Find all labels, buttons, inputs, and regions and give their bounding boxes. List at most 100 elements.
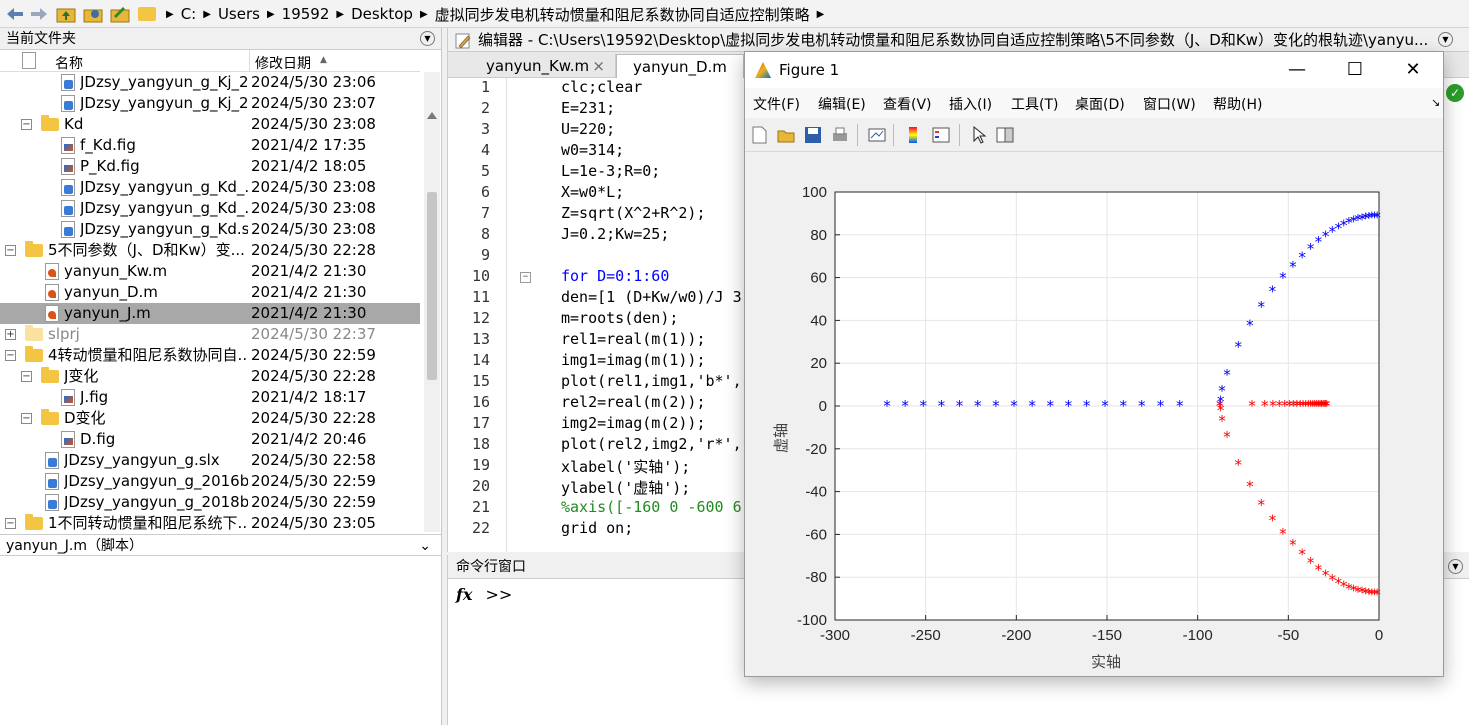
code-line[interactable]: L=1e-3;R=0;	[561, 162, 660, 180]
code-line[interactable]: den=[1 (D+Kw/w0)/J 3	[561, 288, 742, 306]
code-line[interactable]: clc;clear	[561, 78, 642, 96]
code-line[interactable]: J=0.2;Kw=25;	[561, 225, 669, 243]
forward-arrow-icon[interactable]	[28, 3, 50, 25]
list-item[interactable]: D.fig 2021/4/2 20:46	[0, 429, 420, 450]
minimize-button[interactable]: —	[1277, 58, 1317, 82]
plot-axes[interactable]: -300 -250 -200 -150 -100 -50 0-100-80-60-40-20…	[797, 184, 1383, 644]
menu-file[interactable]: 文件(F)	[753, 94, 800, 114]
browse-folder-icon[interactable]	[82, 3, 104, 25]
function-browser-icon[interactable]: fx	[456, 585, 472, 604]
menu-view[interactable]: 查看(V)	[883, 94, 932, 114]
panel-menu-icon[interactable]: ▼	[1448, 559, 1463, 574]
code-line[interactable]: plot(rel1,img1,'b*',	[561, 372, 742, 390]
vertical-scrollbar[interactable]	[424, 72, 440, 532]
up-folder-icon[interactable]	[55, 3, 77, 25]
menu-window[interactable]: 窗口(W)	[1143, 94, 1196, 114]
code-line[interactable]: plot(rel2,img2,'r*',	[561, 435, 742, 453]
menu-insert[interactable]: 插入(I)	[949, 94, 992, 114]
list-item[interactable]: − D变化 2024/5/30 22:28	[0, 408, 420, 429]
list-item[interactable]: − 4转动惯量和阻尼系数协同自... 2024/5/30 22:59	[0, 345, 420, 366]
open-file-icon[interactable]	[776, 125, 796, 145]
code-line[interactable]: U=220;	[561, 120, 615, 138]
dock-arrow-icon[interactable]: ↘	[1431, 96, 1440, 109]
path-segment[interactable]: Users	[215, 5, 263, 23]
list-item[interactable]: yanyun_D.m 2021/4/2 21:30	[0, 282, 420, 303]
colorbar-icon[interactable]	[903, 125, 923, 145]
collapse-icon[interactable]: −	[21, 371, 32, 382]
path-segment[interactable]: C:	[178, 5, 200, 23]
scroll-thumb[interactable]	[427, 192, 437, 380]
code-line[interactable]: ylabel('虚轴');	[561, 477, 690, 498]
collapse-icon[interactable]: −	[21, 119, 32, 130]
list-item-selected[interactable]: yanyun_J.m 2021/4/2 21:30	[0, 303, 420, 324]
expand-icon[interactable]: +	[5, 329, 16, 340]
path-segment[interactable]: 19592	[279, 5, 333, 23]
list-item[interactable]: JDzsy_yangyun_g_Kd_... 2024/5/30 23:08	[0, 177, 420, 198]
panel-menu-icon[interactable]: ▼	[420, 31, 435, 46]
list-item[interactable]: − 1不同转动惯量和阻尼系统下... 2024/5/30 23:05	[0, 513, 420, 532]
list-item[interactable]: JDzsy_yangyun_g_Kj_2... 2024/5/30 23:07	[0, 93, 420, 114]
collapse-icon[interactable]: −	[5, 518, 16, 529]
list-item[interactable]: JDzsy_yangyun_g_Kd.slx 2024/5/30 23:08	[0, 219, 420, 240]
list-item[interactable]: f_Kd.fig 2021/4/2 17:35	[0, 135, 420, 156]
collapse-icon[interactable]: −	[21, 413, 32, 424]
code-line[interactable]: rel2=real(m(2));	[561, 393, 706, 411]
back-arrow-icon[interactable]	[4, 3, 26, 25]
list-item[interactable]: JDzsy_yangyun_g_Kj_2... 2024/5/30 23:06	[0, 72, 420, 93]
menu-desktop[interactable]: 桌面(D)	[1075, 94, 1125, 114]
legend-icon[interactable]	[931, 125, 951, 145]
property-inspector-icon[interactable]	[995, 125, 1015, 145]
list-item[interactable]: JDzsy_yangyun_g.slx 2024/5/30 22:58	[0, 450, 420, 471]
list-item[interactable]: − 5不同参数（J、D和Kw）变... 2024/5/30 22:28	[0, 240, 420, 261]
list-item[interactable]: JDzsy_yangyun_g_2018b... 2024/5/30 22:59	[0, 492, 420, 513]
tab-yanyun-d[interactable]: yanyun_D.m	[616, 54, 744, 78]
list-item[interactable]: J.fig 2021/4/2 18:17	[0, 387, 420, 408]
print-icon[interactable]	[830, 125, 850, 145]
close-button[interactable]: ✕	[1393, 58, 1433, 82]
list-item[interactable]: P_Kd.fig 2021/4/2 18:05	[0, 156, 420, 177]
chevron-down-icon[interactable]: ⌄	[419, 535, 431, 557]
code-line[interactable]: m=roots(den);	[561, 309, 678, 327]
code-line[interactable]: img2=imag(m(2));	[561, 414, 706, 432]
list-item[interactable]: JDzsy_yangyun_g_2016b... 2024/5/30 22:59	[0, 471, 420, 492]
find-files-icon[interactable]	[109, 3, 131, 25]
new-figure-icon[interactable]	[749, 125, 769, 145]
maximize-button[interactable]: ☐	[1335, 58, 1375, 82]
code-line[interactable]: X=w0*L;	[561, 183, 624, 201]
menu-edit[interactable]: 编辑(E)	[818, 94, 866, 114]
path-segment[interactable]: Desktop	[348, 5, 416, 23]
list-item[interactable]: − J变化 2024/5/30 22:28	[0, 366, 420, 387]
code-line[interactable]: Z=sqrt(X^2+R^2);	[561, 204, 706, 222]
link-plot-icon[interactable]	[867, 125, 887, 145]
close-icon[interactable]: ×	[592, 54, 605, 78]
code-line[interactable]: for D=0:1:60	[561, 267, 669, 285]
details-panel[interactable]: yanyun_J.m（脚本） ⌄	[0, 534, 441, 556]
code-line[interactable]: xlabel('实轴');	[561, 456, 690, 477]
date-column-header[interactable]: 修改日期	[255, 53, 311, 73]
code-line[interactable]: %axis([-160 0 -600 6	[561, 498, 742, 516]
code-line[interactable]: E=231;	[561, 99, 615, 117]
save-icon[interactable]	[803, 125, 823, 145]
command-prompt[interactable]: fx >>	[456, 585, 512, 604]
list-item[interactable]: − Kd 2024/5/30 23:08	[0, 114, 420, 135]
code-line[interactable]: grid on;	[561, 519, 633, 537]
address-path[interactable]: ▶ C: ▶ Users ▶ 19592 ▶ Desktop ▶ 虚拟同步发电机…	[138, 3, 828, 25]
code-fold-icon[interactable]: −	[520, 272, 531, 283]
list-item[interactable]: JDzsy_yangyun_g_Kd_... 2024/5/30 23:08	[0, 198, 420, 219]
menu-help[interactable]: 帮助(H)	[1213, 94, 1262, 114]
tab-yanyun-kw[interactable]: yanyun_Kw.m ×	[470, 54, 616, 78]
list-item[interactable]: + slprj 2024/5/30 22:37	[0, 324, 420, 345]
list-item[interactable]: yanyun_Kw.m 2021/4/2 21:30	[0, 261, 420, 282]
name-column-header[interactable]: 名称	[55, 53, 83, 73]
figure-canvas[interactable]: -300 -250 -200 -150 -100 -50 0 -100 -80 -60 -40 -20…	[746, 153, 1442, 676]
menu-tools[interactable]: 工具(T)	[1011, 94, 1058, 114]
code-line[interactable]: w0=314;	[561, 141, 624, 159]
panel-menu-icon[interactable]: ▼	[1438, 32, 1453, 47]
path-segment[interactable]: 虚拟同步发电机转动惯量和阻尼系数协同自适应控制策略	[432, 4, 813, 25]
pointer-icon[interactable]	[969, 125, 989, 145]
collapse-icon[interactable]: −	[5, 350, 16, 361]
code-line[interactable]: img1=imag(m(1));	[561, 351, 706, 369]
code-line[interactable]: rel1=real(m(1));	[561, 330, 706, 348]
collapse-icon[interactable]: −	[5, 245, 16, 256]
scroll-up-icon[interactable]	[427, 112, 437, 119]
